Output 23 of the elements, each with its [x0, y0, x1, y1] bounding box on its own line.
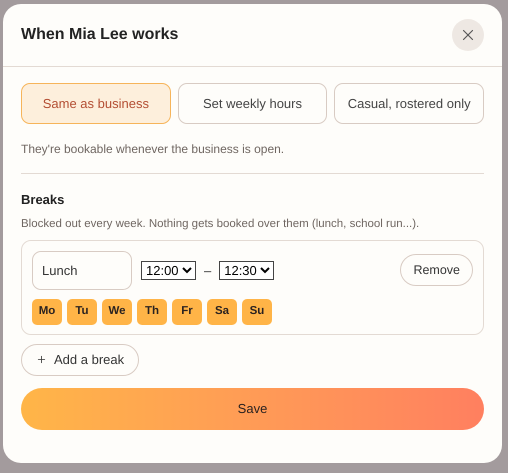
range-dash: – — [204, 262, 212, 280]
day-toggle[interactable]: Th — [137, 298, 167, 325]
mode-description: They're bookable whenever the business is open. — [21, 141, 286, 158]
plus-icon — [36, 354, 47, 366]
close-button[interactable] — [452, 19, 484, 51]
day-toggle[interactable]: Mo — [32, 298, 62, 325]
remove-button[interactable]: Remove — [400, 254, 473, 286]
day-toggle[interactable]: Fr — [172, 298, 202, 325]
mode-option[interactable]: Set weekly hours — [178, 83, 328, 124]
day-toggle[interactable]: Sa — [207, 298, 237, 325]
break-name-field[interactable]: Lunch — [32, 250, 132, 290]
mode-option[interactable]: Same as business — [21, 83, 171, 124]
dialog-title: When Mia Lee works — [21, 25, 178, 45]
day-toggle[interactable]: We — [102, 298, 132, 325]
mode-option[interactable]: Casual, rostered only — [334, 83, 484, 124]
breaks-description: Blocked out every week. Nothing gets booked over them (lunch, school run...). — [21, 216, 420, 232]
save-button[interactable]: Save — [21, 388, 484, 430]
end-time-select[interactable]: 12:30 — [219, 260, 274, 280]
add-break-button[interactable]: Add a break — [21, 344, 140, 376]
breaks-heading: Breaks — [21, 191, 66, 209]
day-toggle[interactable]: Su — [242, 298, 272, 325]
day-toggle[interactable]: Tu — [67, 298, 97, 325]
start-time-select[interactable]: 12:00 — [141, 260, 196, 280]
